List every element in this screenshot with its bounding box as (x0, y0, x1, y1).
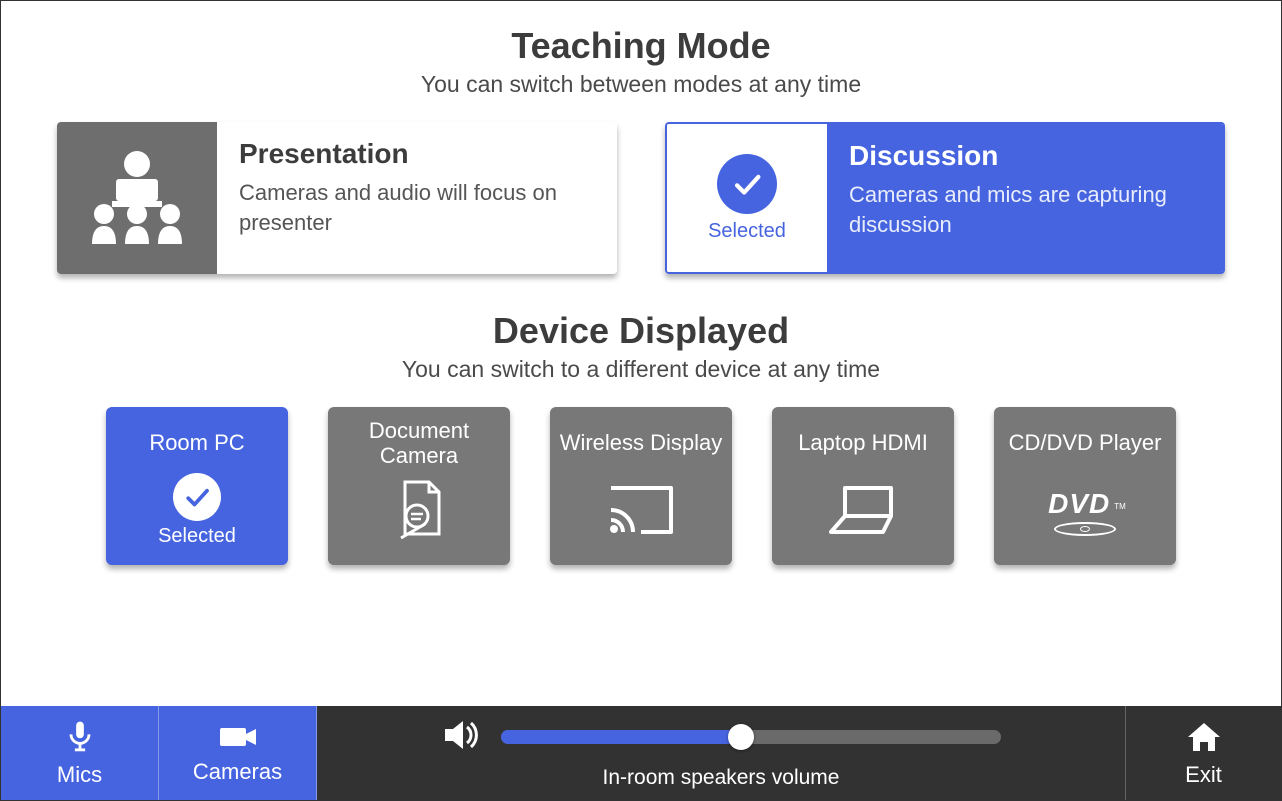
mode-selected-label: Selected (708, 220, 786, 243)
mode-title-discussion: Discussion (849, 140, 1201, 172)
device-document-camera[interactable]: Document Camera (328, 407, 510, 565)
device-label: Wireless Display (560, 417, 723, 469)
device-selected-label: Selected (158, 525, 236, 548)
dvd-logo-icon: DVDTM (1048, 488, 1122, 536)
mode-desc-presentation: Cameras and audio will focus on presente… (239, 178, 595, 237)
volume-label: In-room speakers volume (603, 766, 840, 790)
device-room-pc[interactable]: Room PC Selected (106, 407, 288, 565)
device-wireless-display[interactable]: Wireless Display (550, 407, 732, 565)
device-label: Document Camera (336, 417, 502, 469)
device-label: Room PC (149, 417, 244, 469)
device-displayed-title: Device Displayed (57, 310, 1225, 352)
teaching-mode-title: Teaching Mode (57, 25, 1225, 67)
home-icon (1184, 719, 1224, 760)
exit-button[interactable]: Exit (1125, 706, 1281, 800)
device-label: CD/DVD Player (1009, 417, 1162, 469)
device-dvd-player[interactable]: CD/DVD Player DVDTM (994, 407, 1176, 565)
document-camera-icon (389, 478, 449, 547)
mode-card-discussion[interactable]: Selected Discussion Cameras and mics are… (665, 122, 1225, 274)
mics-label: Mics (57, 762, 102, 788)
mode-desc-discussion: Cameras and mics are capturing discussio… (849, 180, 1201, 239)
cameras-label: Cameras (193, 759, 282, 785)
device-displayed-subtitle: You can switch to a different device at … (57, 356, 1225, 383)
microphone-icon (64, 719, 96, 760)
teaching-mode-subtitle: You can switch between modes at any time (57, 71, 1225, 98)
laptop-icon (825, 482, 901, 543)
device-laptop-hdmi[interactable]: Laptop HDMI (772, 407, 954, 565)
camera-icon (218, 722, 258, 757)
check-icon (173, 473, 221, 521)
volume-slider[interactable] (501, 730, 1001, 744)
cast-icon (607, 482, 675, 543)
speaker-icon (441, 717, 481, 758)
presenter-icon (82, 146, 192, 251)
mode-card-presentation[interactable]: Presentation Cameras and audio will focu… (57, 122, 617, 274)
device-label: Laptop HDMI (798, 417, 928, 469)
exit-label: Exit (1185, 762, 1222, 788)
selected-check-icon (717, 154, 777, 214)
mics-button[interactable]: Mics (1, 706, 159, 800)
cameras-button[interactable]: Cameras (159, 706, 317, 800)
mode-title-presentation: Presentation (239, 138, 595, 170)
